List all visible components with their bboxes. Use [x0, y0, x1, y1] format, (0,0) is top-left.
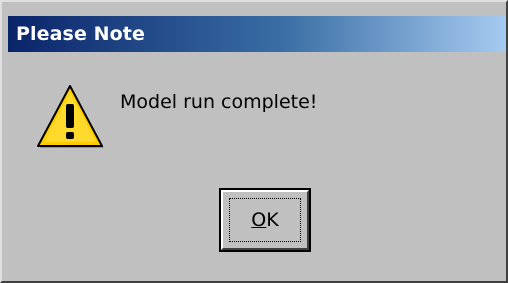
ok-label-rest: K	[266, 209, 279, 231]
message-dialog: Please Note Model run complete! OK	[0, 0, 508, 283]
ok-button[interactable]: OK	[219, 188, 311, 252]
dialog-title: Please Note	[16, 23, 145, 45]
warning-icon	[37, 85, 104, 148]
ok-mnemonic: O	[251, 209, 267, 231]
dialog-message: Model run complete!	[120, 91, 318, 113]
ok-button-focus-rect: OK	[229, 198, 301, 242]
title-bar[interactable]: Please Note	[8, 16, 506, 52]
